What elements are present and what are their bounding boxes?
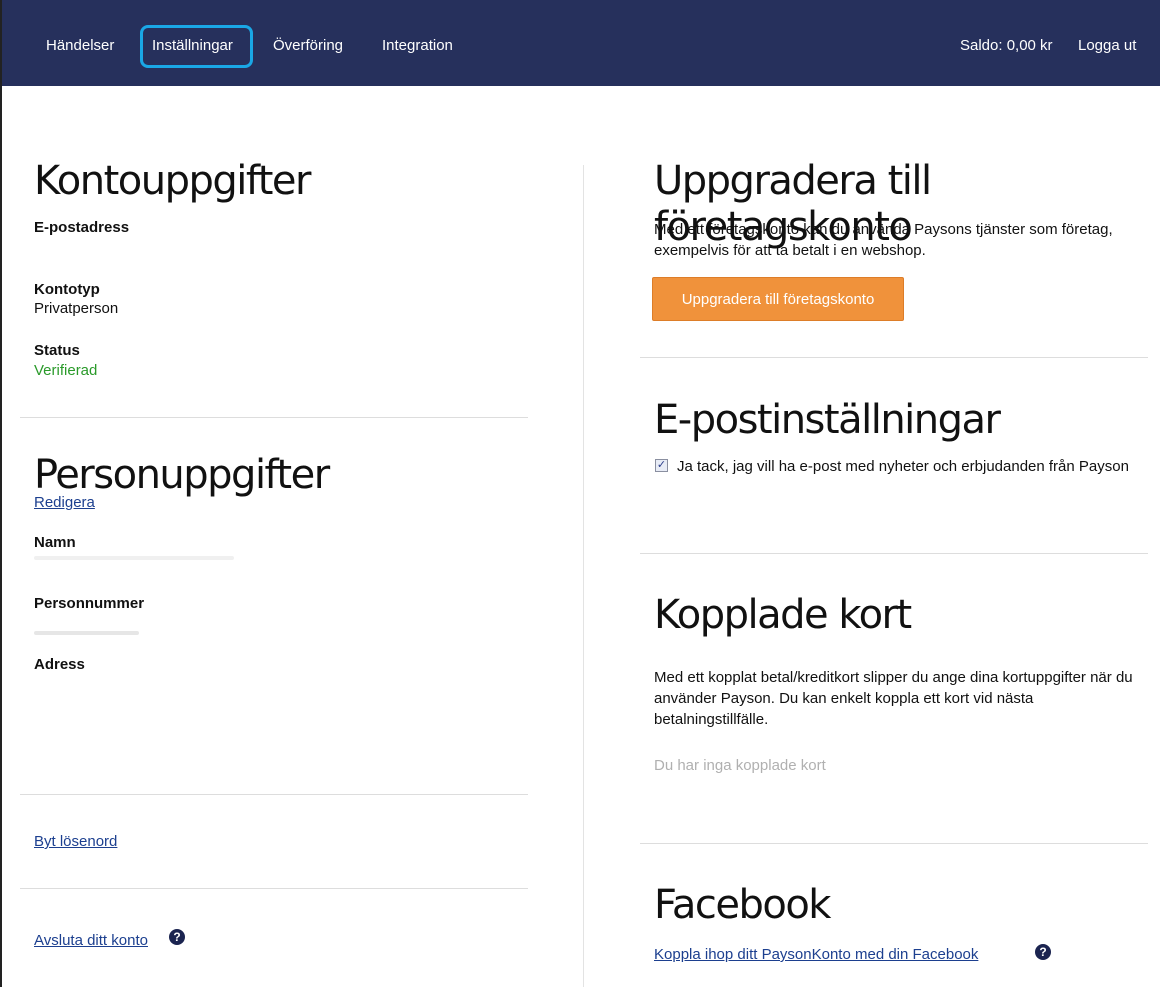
nav-item-installningar[interactable]: Inställningar	[152, 37, 233, 54]
section-divider	[20, 888, 528, 889]
logout-link[interactable]: Logga ut	[1078, 37, 1136, 54]
ssn-label: Personnummer	[34, 595, 145, 612]
status-label: Status	[34, 342, 80, 359]
upgrade-button[interactable]: Uppgradera till företagskonto	[652, 277, 904, 321]
section-divider	[640, 553, 1148, 554]
cards-empty-text: Du har inga kopplade kort	[654, 757, 826, 774]
email-settings-title: E-postinställningar	[654, 397, 1001, 443]
facebook-title: Facebook	[654, 882, 831, 928]
ssn-value-redacted	[34, 631, 139, 635]
change-password-link[interactable]: Byt lösenord	[34, 833, 117, 850]
nav-item-overforing[interactable]: Överföring	[273, 37, 343, 54]
section-divider	[640, 357, 1148, 358]
status-value: Verifierad	[34, 362, 98, 379]
newsletter-checkbox[interactable]: ✓	[655, 459, 668, 472]
account-type-value: Privatperson	[34, 300, 119, 317]
nav-item-handelser[interactable]: Händelser	[46, 37, 114, 54]
column-divider	[583, 165, 584, 987]
personal-title: Personuppgifter	[34, 452, 330, 498]
account-title: Kontouppgifter	[34, 158, 311, 204]
address-label: Adress	[34, 656, 85, 673]
email-label: E-postadress	[34, 219, 130, 236]
account-type-label: Kontotyp	[34, 281, 100, 298]
section-divider	[640, 843, 1148, 844]
newsletter-checkbox-label[interactable]: Ja tack, jag vill ha e-post med nyheter …	[677, 457, 1142, 477]
edit-personal-link[interactable]: Redigera	[34, 494, 95, 511]
upgrade-text: Med ett företagskonto kan du använda Pay…	[654, 221, 1113, 259]
name-value-redacted	[34, 556, 234, 560]
balance-text: Saldo: 0,00 kr	[960, 37, 1053, 54]
section-divider	[20, 417, 528, 418]
name-label: Namn	[34, 534, 76, 551]
close-account-link[interactable]: Avsluta ditt konto	[34, 932, 148, 949]
nav-item-integration[interactable]: Integration	[382, 37, 453, 54]
section-divider	[20, 794, 528, 795]
facebook-connect-link[interactable]: Koppla ihop ditt PaysonKonto med din Fac…	[654, 946, 978, 963]
cards-text: Med ett kopplat betal/kreditkort slipper…	[654, 669, 1133, 728]
top-nav: Händelser Inställningar Överföring Integ…	[2, 0, 1160, 86]
help-icon[interactable]: ?	[169, 929, 185, 945]
cards-title: Kopplade kort	[654, 592, 912, 638]
help-icon[interactable]: ?	[1035, 944, 1051, 960]
